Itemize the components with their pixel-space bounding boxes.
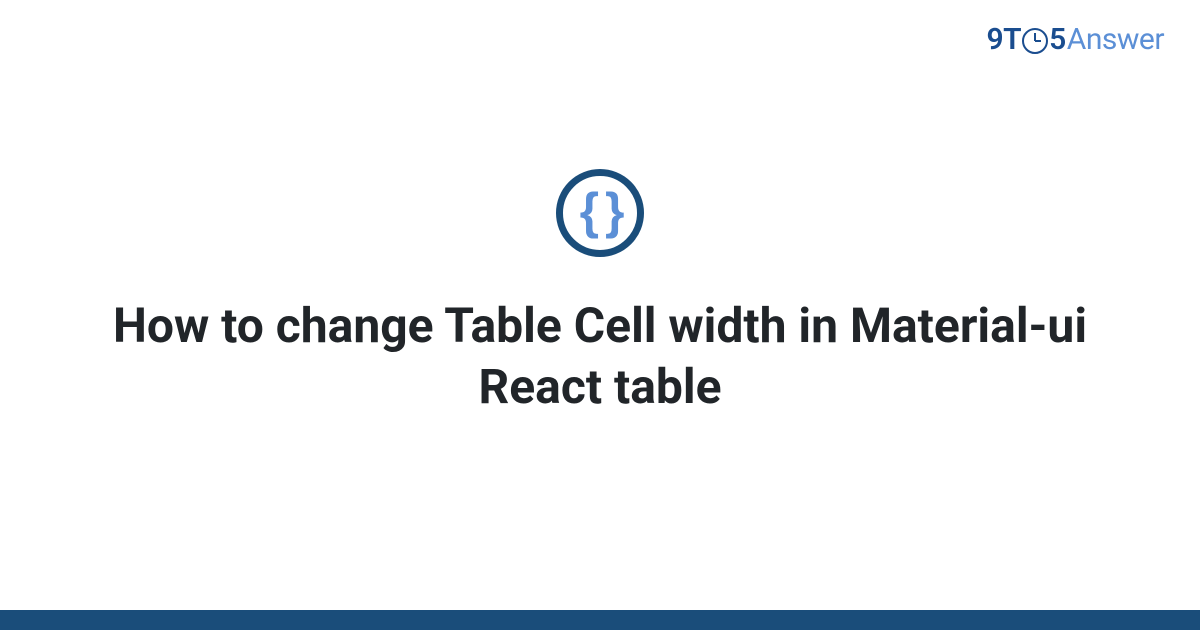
page-title: How to change Table Cell width in Materi… [70, 295, 1130, 418]
code-braces-icon: { } [580, 186, 621, 236]
footer-accent-bar [0, 610, 1200, 630]
main-content: { } How to change Table Cell width in Ma… [0, 0, 1200, 610]
category-badge: { } [556, 169, 644, 257]
